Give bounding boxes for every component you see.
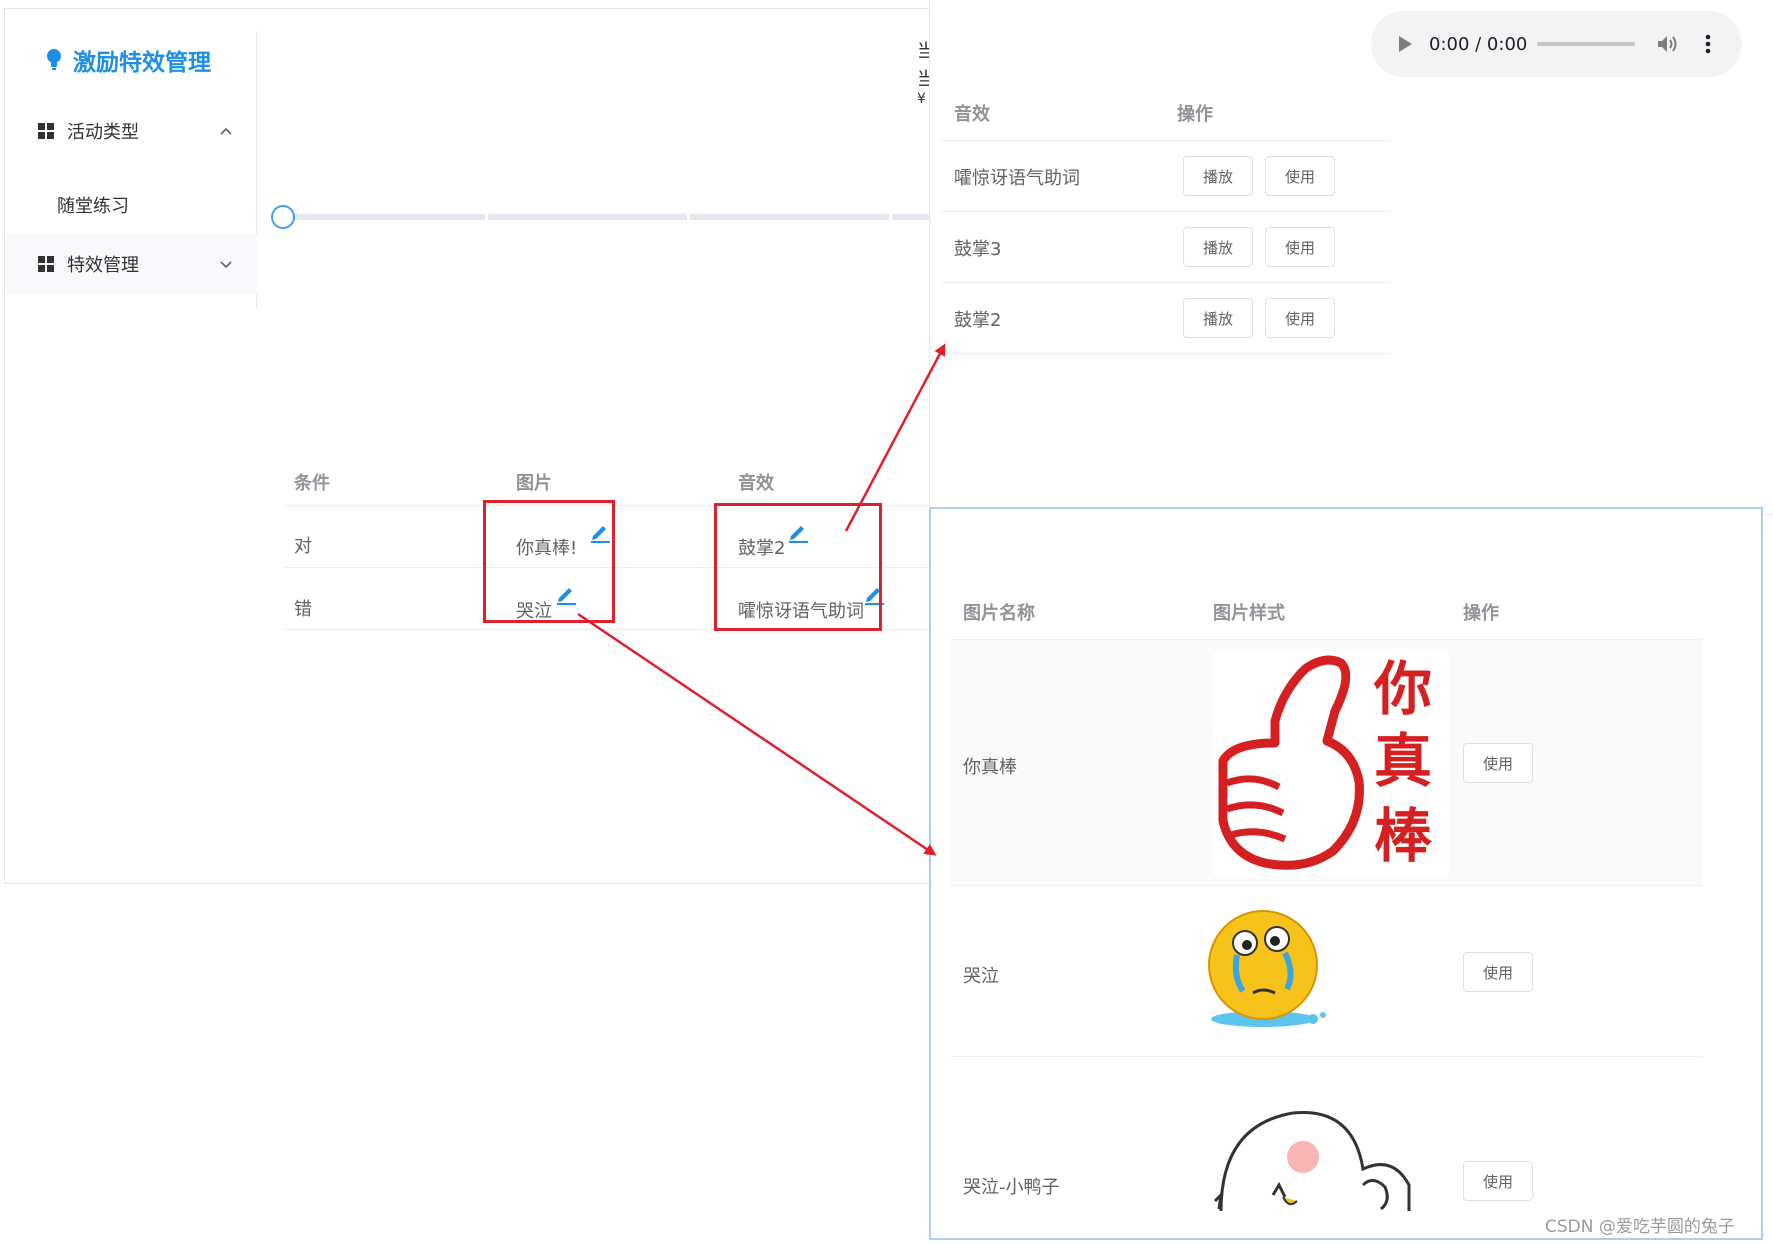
screenshot-canvas: 激励特效管理 活动类型 随堂练习 特效管理 当 当 ¥ 条件 图片 音效 对 你… [0, 0, 1773, 1244]
arrow-to-sound-popup [844, 343, 946, 532]
arrow-to-image-popup [577, 612, 937, 856]
watermark: CSDN @爱吃芋圆的兔子 [1545, 1217, 1735, 1237]
annotation-arrows [577, 343, 946, 856]
